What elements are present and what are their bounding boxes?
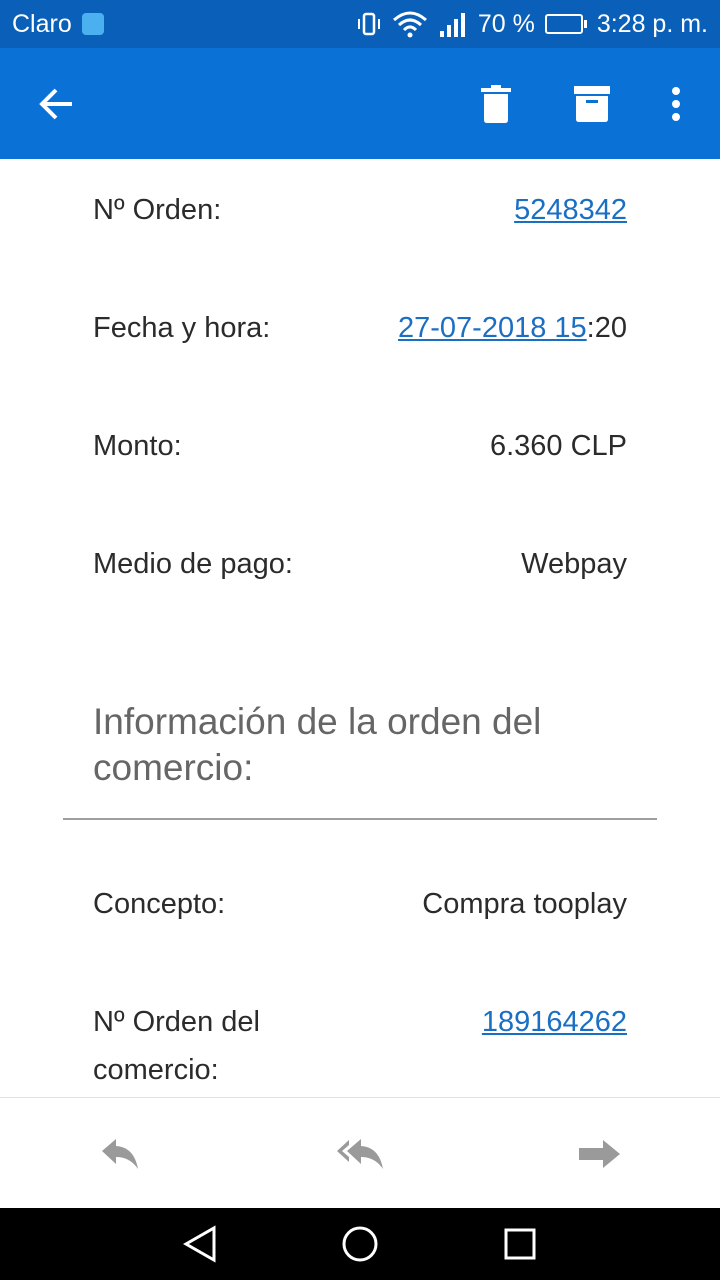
more-vert-icon (672, 86, 680, 121)
carrier-group: Claro (12, 10, 104, 39)
carrier-name: Claro (12, 9, 72, 38)
amount-value: 6.360 CLP (489, 430, 627, 462)
amount-row: Monto: 6.360 CLP (93, 422, 627, 470)
merchant-order-link[interactable]: 189164262 (482, 998, 627, 1046)
date-time-link[interactable]: 27-07-2018 15 (398, 312, 587, 344)
signal-icon (438, 11, 468, 37)
forward-icon (579, 1139, 620, 1168)
system-nav-bar (0, 1208, 720, 1280)
back-arrow-icon (39, 88, 72, 119)
battery-icon (544, 14, 587, 34)
nav-home-button[interactable] (330, 1208, 390, 1280)
reply-icon (102, 1138, 138, 1169)
order-number-row: Nº Orden: 5248342 (93, 186, 627, 234)
notification-app-icon (81, 13, 104, 35)
reply-all-icon (337, 1138, 383, 1169)
date-time-row: Fecha y hora: 27-07-2018 15:20 (93, 304, 627, 352)
clock: 3:28 p. m. (596, 9, 708, 38)
payment-method-row: Medio de pago: Webpay (93, 540, 627, 588)
merchant-section-title: Información de la orden del comercio: (93, 701, 542, 788)
status-icons: 70 % 3:28 p. m. (356, 10, 708, 39)
app-bar (0, 48, 720, 159)
nav-recents-button[interactable] (490, 1208, 550, 1280)
archive-icon (574, 85, 610, 122)
nav-back-icon (182, 1225, 216, 1263)
date-time-rest: :20 (586, 312, 627, 344)
merchant-order-label-line1: Nº Orden del (93, 1006, 260, 1038)
nav-home-icon (342, 1226, 378, 1262)
nav-recents-icon (504, 1228, 536, 1260)
wifi-icon (392, 10, 428, 38)
battery-percent: 70 % (477, 9, 535, 38)
message-action-bar (0, 1097, 720, 1208)
date-time-value: 27-07-2018 15:20 (398, 304, 627, 352)
reply-all-button[interactable] (330, 1098, 390, 1209)
order-number-label: Nº Orden: (93, 194, 222, 226)
reply-button[interactable] (90, 1098, 150, 1209)
merchant-order-label: Nº Orden del comercio: (93, 998, 260, 1094)
nav-back-button[interactable] (170, 1208, 230, 1280)
order-number-link[interactable]: 5248342 (514, 186, 627, 234)
delete-button[interactable] (468, 48, 524, 159)
status-bar: Claro 70 % 3:28 p. m. (0, 0, 720, 48)
merchant-order-label-line2: comercio: (93, 1054, 219, 1086)
trash-icon (481, 84, 511, 123)
amount-label: Monto: (93, 430, 182, 462)
payment-method-value: Webpay (521, 548, 627, 580)
payment-method-label: Medio de pago: (93, 548, 293, 580)
merchant-order-row: Nº Orden del comercio: 189164262 (93, 998, 627, 1094)
concept-row: Concepto: Compra tooplay (93, 880, 627, 928)
concept-value: Compra tooplay (422, 888, 627, 920)
date-time-label: Fecha y hora: (93, 312, 271, 344)
vibrate-icon (356, 11, 382, 37)
archive-button[interactable] (564, 48, 620, 159)
section-divider (63, 818, 657, 820)
back-button[interactable] (28, 48, 84, 159)
forward-button[interactable] (570, 1098, 630, 1209)
more-options-button[interactable] (656, 48, 696, 159)
concept-label: Concepto: (93, 888, 226, 920)
email-body: Nº Orden: 5248342 Fecha y hora: 27-07-20… (0, 159, 720, 1097)
